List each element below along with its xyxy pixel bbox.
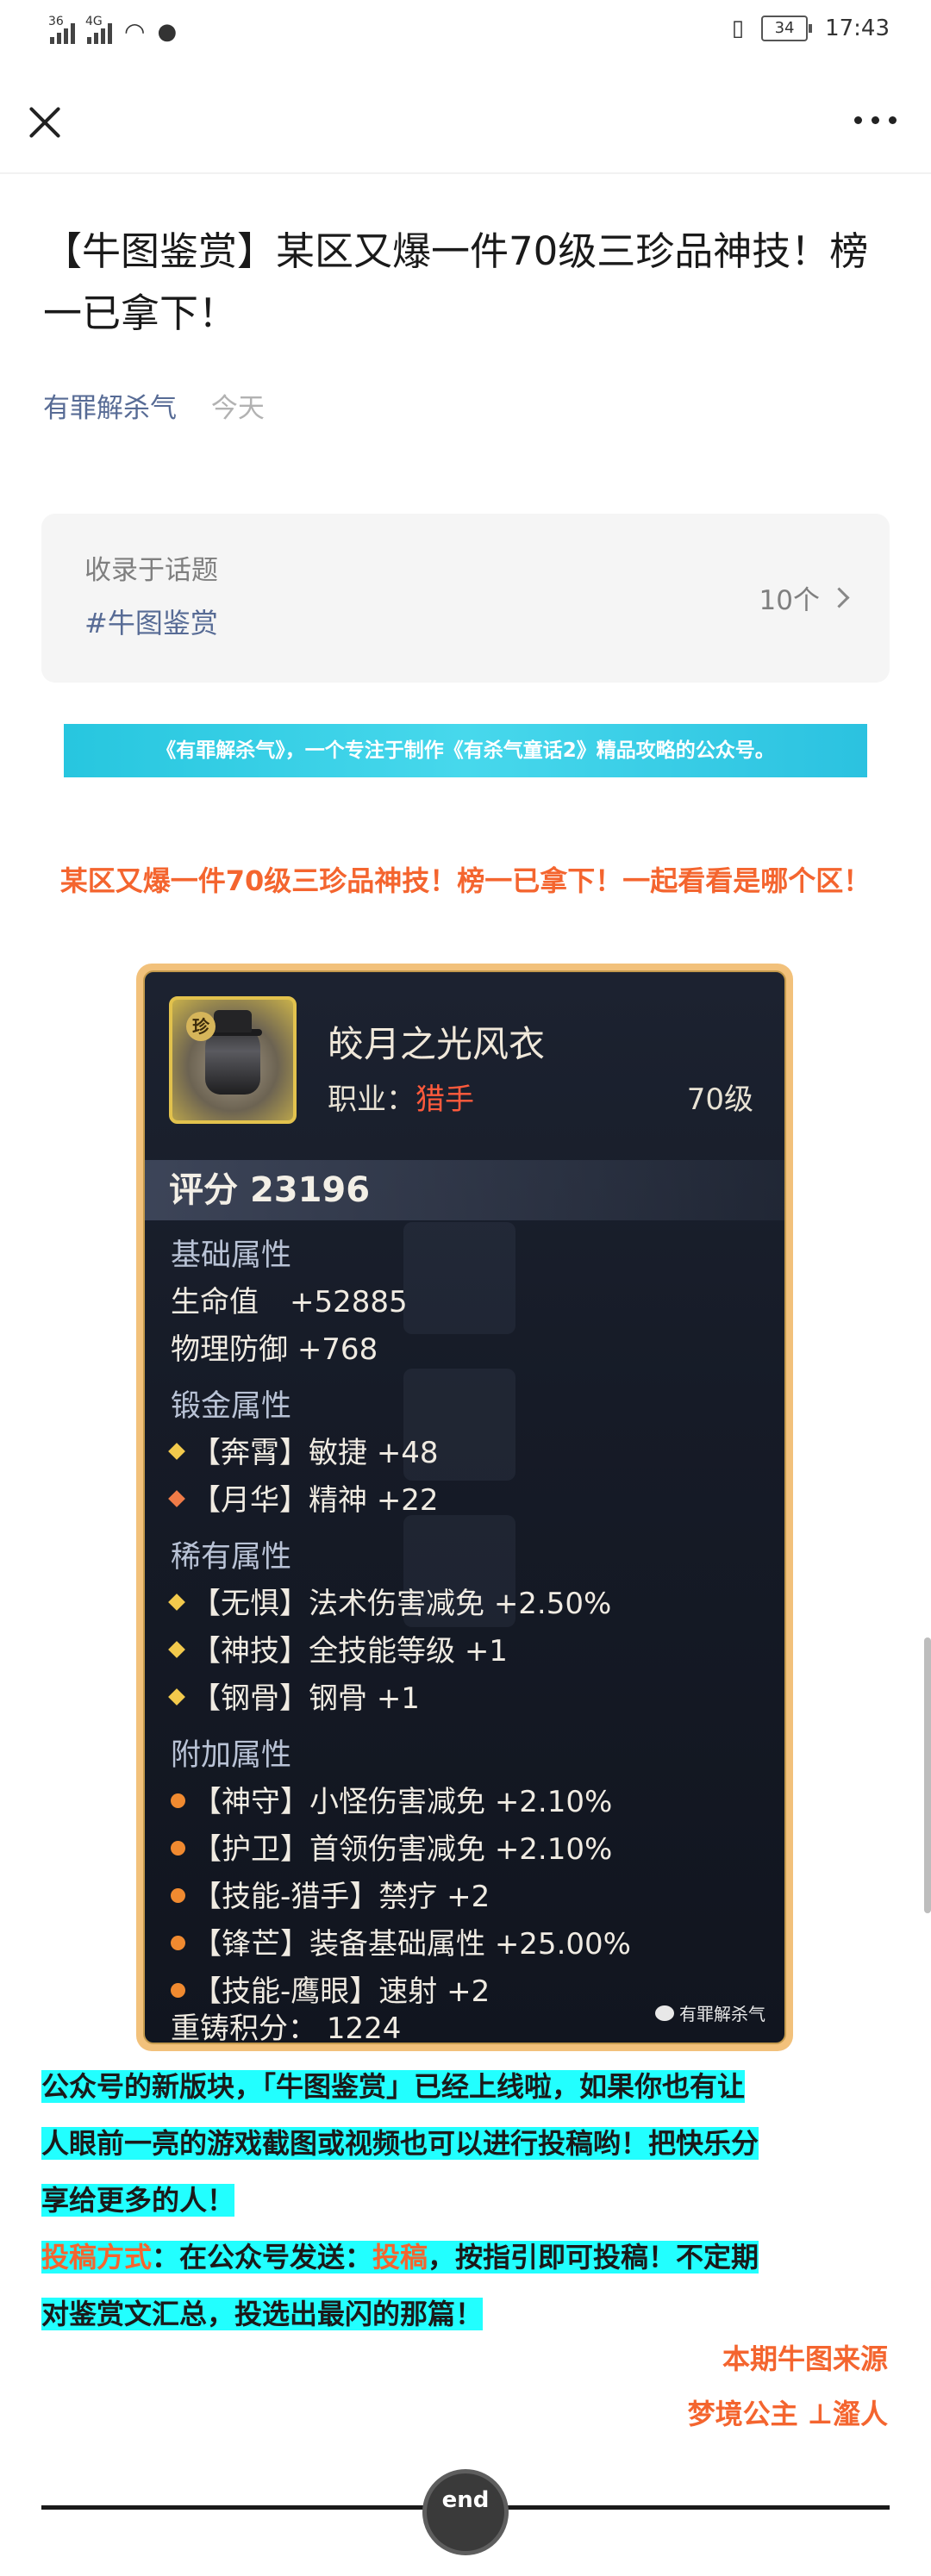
battery-icon: 34 [761, 16, 813, 41]
item-screenshot: 珍 皎月之光风衣 职业：猎手 70级 评分 23196 基础属性 生命值 +528… [136, 964, 793, 2051]
message-icon: ● [157, 18, 178, 45]
diamond-icon [168, 1489, 185, 1507]
topic-label: 收录于话题 [84, 555, 218, 586]
credit-title: 本期牛图来源 [722, 2342, 888, 2375]
item-job: 职业：猎手 [328, 1082, 474, 1117]
stat-row: 【护卫】首领伤害减免 +2.10% [171, 1825, 612, 1868]
vibrate-icon: ▯ [731, 16, 745, 41]
scrollbar[interactable] [924, 1637, 931, 1913]
wifi-icon: ◠ [124, 17, 146, 46]
promo-line: 公众号的新版块，「牛图鉴赏」已经上线啦，如果你也有让 [41, 2070, 746, 2103]
base-title: 基础属性 [171, 1238, 292, 1273]
dot-icon [171, 1983, 185, 1998]
more-icon[interactable] [854, 116, 897, 124]
article-headline: 某区又爆一件70级三珍品神技！榜一已拿下！一起看看是哪个区！ [59, 864, 872, 897]
promo-line: 享给更多的人！ [41, 2184, 235, 2217]
end-badge: end [422, 2469, 509, 2555]
stat-row: 【月华】精神 +22 [168, 1476, 439, 1519]
stat-row: 【神守】小怪伤害减免 +2.10% [171, 1778, 612, 1820]
dot-icon [171, 1936, 185, 1950]
topic-tag[interactable]: #牛图鉴赏 [84, 602, 218, 641]
credit-source: 梦境公主 ⊥瀣人 [687, 2398, 888, 2430]
close-icon[interactable] [26, 103, 64, 141]
recast-score: 重铸积分： 1224 [171, 2012, 402, 2044]
watermark: 有罪解杀气 [655, 2000, 765, 2025]
item-level: 70级 [686, 1082, 753, 1117]
stat-row: 【技能-鹰眼】速射 +2 [171, 1968, 490, 2010]
topic-card[interactable]: 收录于话题 #牛图鉴赏 10个 [41, 514, 890, 683]
background-slot [403, 1222, 515, 1334]
stat-row: 【神技】全技能等级 +1 [168, 1627, 508, 1669]
nav-bar [0, 86, 931, 174]
rarity-badge: 珍 [186, 1012, 216, 1041]
stat-row: 【钢骨】钢骨 +1 [168, 1675, 420, 1717]
status-bar: 36 4G ◠ ● ▯ 34 17:43 [0, 0, 931, 65]
clock: 17:43 [825, 16, 890, 41]
dot-icon [171, 1793, 185, 1808]
topic-count[interactable]: 10个 [759, 578, 850, 617]
item-name: 皎月之光风衣 [328, 1023, 546, 1065]
item-icon: 珍 [169, 996, 297, 1124]
article-title: 【牛图鉴赏】某区又爆一件70级三珍品神技！榜一已拿下！ [43, 228, 869, 336]
stat-row: 【锋芒】装备基础属性 +25.00% [171, 1920, 631, 1962]
diamond-icon [168, 1593, 185, 1611]
stat-row: 物理防御 +768 [171, 1332, 378, 1367]
diamond-icon [168, 1687, 185, 1706]
promo-line: 对鉴赏文汇总，投选出最闪的那篇！ [41, 2298, 484, 2330]
forge-title: 锻金属性 [171, 1389, 292, 1424]
promo-line: 人眼前一亮的游戏截图或视频也可以进行投稿哟！把快乐分 [41, 2127, 759, 2160]
signal-icon: 4G [85, 15, 112, 44]
diamond-icon [168, 1640, 185, 1658]
diamond-icon [168, 1442, 185, 1460]
publish-date: 今天 [210, 393, 265, 424]
rare-title: 稀有属性 [171, 1540, 292, 1575]
stat-row: 生命值 +52885 [171, 1285, 408, 1319]
submit-method: 投稿方式：在公众号发送：投稿，按指引即可投稿！不定期 [41, 2241, 759, 2273]
chevron-right-icon [828, 587, 850, 608]
dot-icon [171, 1841, 185, 1856]
wechat-icon [655, 2005, 674, 2021]
author-link[interactable]: 有罪解杀气 [43, 393, 177, 424]
dot-icon [171, 1888, 185, 1903]
article-meta: 有罪解杀气 今天 [43, 386, 265, 425]
intro-banner: 《有罪解杀气》，一个专注于制作《有杀气童话2》精品攻略的公众号。 [64, 724, 867, 777]
stat-row: 【无惧】法术伤害减免 +2.50% [168, 1580, 611, 1622]
extra-title: 附加属性 [171, 1738, 292, 1773]
signal-icon: 36 [48, 15, 75, 44]
stat-row: 【技能-猎手】禁疗 +2 [171, 1873, 490, 1915]
item-score: 评分 23196 [145, 1160, 784, 1220]
stat-row: 【奔霄】敏捷 +48 [168, 1429, 439, 1471]
